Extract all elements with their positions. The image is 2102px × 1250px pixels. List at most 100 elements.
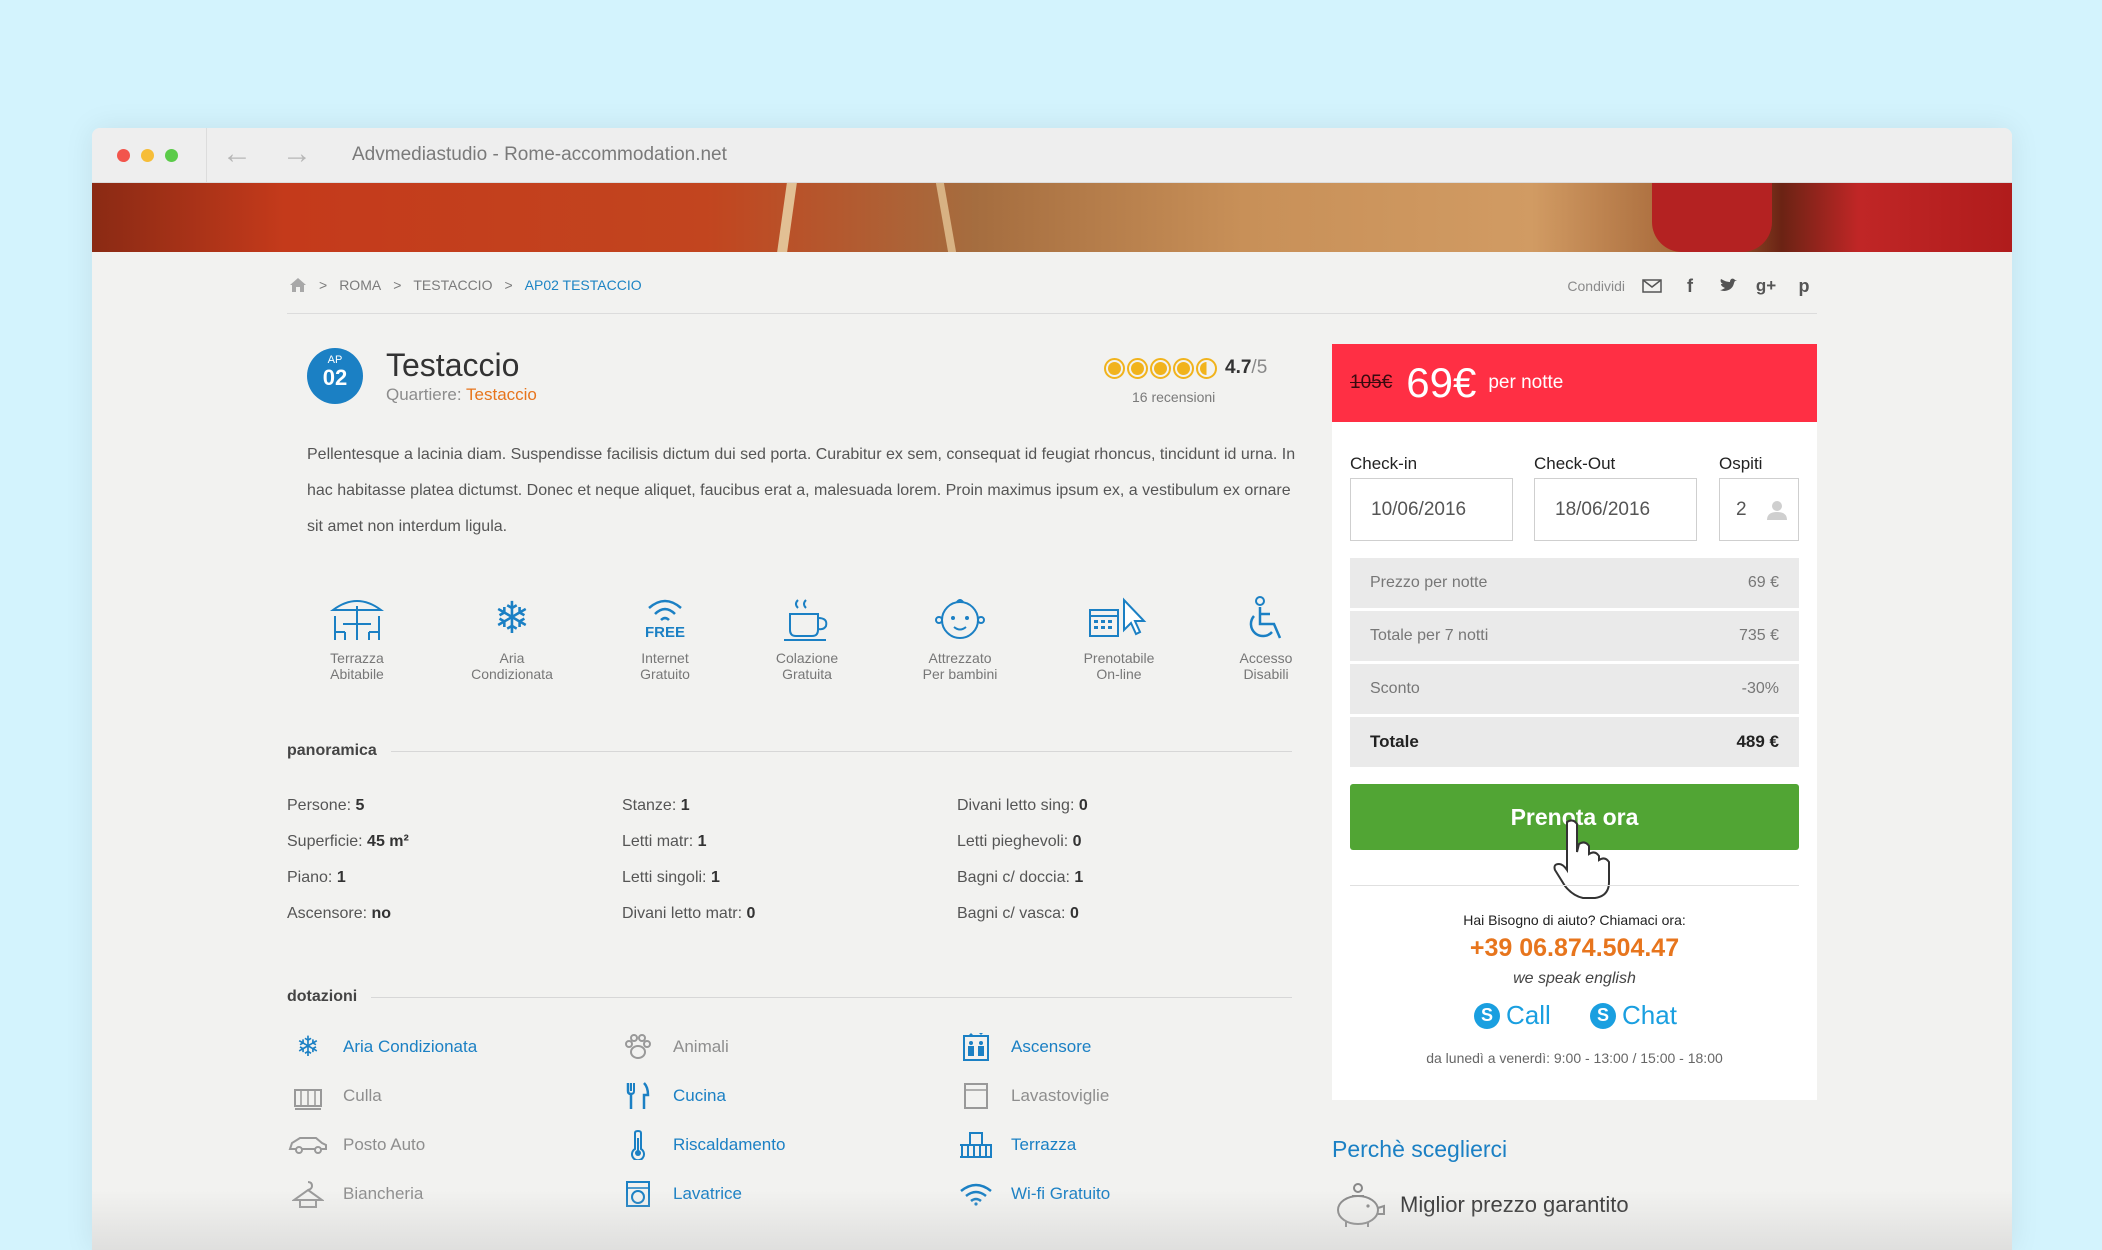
amenities-icons: Terrazza Abitabile ❄ Aria Condizionata FRE… [297, 592, 1297, 692]
dishwasher-icon [955, 1082, 997, 1110]
thermometer-icon [617, 1129, 659, 1160]
breadcrumb-roma[interactable]: ROMA [339, 277, 381, 293]
maximize-window-button[interactable] [165, 149, 178, 162]
pinterest-icon[interactable]: p [1793, 276, 1815, 296]
equipment-column-1: ❄ Aria Condizionata Culla Posto Auto Bian… [287, 1022, 477, 1218]
help-question: Hai Bisogno di aiuto? Chiamaci ora: [1463, 912, 1686, 928]
wheelchair-icon [1249, 596, 1282, 639]
hand-cursor-icon [1553, 819, 1610, 899]
share-bar: Condividi f g+ p [1567, 276, 1815, 296]
current-price: 69€ [1406, 359, 1477, 406]
equip-linen: Biancheria [287, 1169, 477, 1218]
user-icon [1767, 501, 1787, 520]
guests-field[interactable]: 2 [1719, 478, 1799, 541]
browser-window: ← → Advmediastudio - Rome-accommodation.… [92, 128, 2012, 1250]
car-icon [287, 1135, 329, 1155]
checkout-field[interactable]: 18/06/2016 [1534, 478, 1697, 541]
old-price: 105€ [1350, 372, 1393, 393]
total-row: Totale 489 € [1350, 717, 1799, 767]
mail-icon[interactable] [1641, 277, 1663, 295]
opening-hours: da lunedì a venerdì: 9:00 - 13:00 / 15:0… [1426, 1050, 1723, 1066]
home-icon[interactable] [289, 277, 307, 293]
checkin-field[interactable]: 10/06/2016 [1350, 478, 1513, 541]
stat-single-sofa-beds: Divani letto sing: 0 [957, 797, 1088, 814]
rating-score: 4.7/5 [1225, 357, 1268, 378]
google-plus-icon[interactable]: g+ [1755, 276, 1777, 295]
stat-elevator: Ascensore: no [287, 905, 392, 922]
booking-panel: Check-in 10/06/2016 Check-Out 18/06/2016… [1332, 422, 1817, 1100]
equipment-column-2: Animali Cucina Riscaldamento Lavatrice [617, 1022, 785, 1218]
skype-icon: S [1590, 1002, 1616, 1029]
stat-floor: Piano: 1 [287, 869, 346, 886]
equip-pets: Animali [617, 1022, 785, 1071]
star-icon [1127, 357, 1148, 379]
apartment-badge: AP 02 [307, 348, 363, 404]
piggy-bank-icon [1337, 1183, 1385, 1227]
paw-icon [617, 1033, 659, 1061]
district-line: Quartiere: Testaccio [386, 385, 537, 404]
amenity-kids: Attrezzato Per bambini [900, 592, 1020, 682]
stats-column-2: Stanze: 1 Letti matr: 1 Letti singoli: 1… [622, 788, 755, 932]
description: Pellentesque a lacinia diam. Suspendisse… [307, 446, 1296, 535]
equip-crib: Culla [287, 1071, 477, 1120]
amenity-online-booking: Prenotabile On-line [1059, 592, 1179, 682]
close-window-button[interactable] [117, 149, 130, 162]
washing-machine-icon [617, 1180, 659, 1208]
snowflake-icon: ❄ [493, 594, 531, 643]
hanger-icon [287, 1180, 329, 1208]
baby-face-icon [935, 599, 985, 639]
toolbar-divider [206, 128, 207, 183]
skype-chat-button[interactable]: S Chat [1590, 1000, 1677, 1031]
english-note: we speak english [1513, 970, 1636, 987]
wifi-icon [955, 1182, 997, 1206]
breadcrumb-separator: > [393, 277, 402, 293]
equip-kitchen: Cucina [617, 1071, 785, 1120]
equip-air-conditioning: ❄ Aria Condizionata [287, 1022, 477, 1071]
price-per-night-row: Prezzo per notte 69 € [1350, 558, 1799, 608]
why-choose-us-heading: Perchè sceglierci [1332, 1136, 1508, 1162]
district-link[interactable]: Testaccio [466, 385, 537, 404]
skype-icon: S [1474, 1002, 1500, 1029]
overview-heading: panoramica [287, 742, 1292, 760]
price-unit: per notte [1488, 372, 1564, 393]
amenity-internet: FREE Internet Gratuito [605, 592, 725, 682]
reviews-count[interactable]: 16 recensioni [1132, 389, 1215, 405]
equip-parking: Posto Auto [287, 1120, 477, 1169]
star-icon [1173, 357, 1194, 379]
equip-elevator: Ascensore [955, 1022, 1110, 1071]
equip-washing-machine: Lavatrice [617, 1169, 785, 1218]
checkout-label: Check-Out [1534, 454, 1616, 473]
breadcrumb-separator: > [319, 277, 328, 293]
equip-wifi: Wi-fi Gratuito [955, 1169, 1110, 1218]
snowflake-icon: ❄ [296, 1031, 320, 1062]
breadcrumb-separator: > [504, 277, 513, 293]
stat-double-sofa-beds: Divani letto matr: 0 [622, 905, 756, 922]
equipment-heading: dotazioni [287, 988, 1292, 1006]
skype-call-button[interactable]: S Call [1474, 1000, 1551, 1031]
equip-dishwasher: Lavastoviglie [955, 1071, 1110, 1120]
share-label: Condividi [1567, 278, 1625, 294]
half-star-icon [1196, 357, 1217, 379]
amenity-disabled-access: Accesso Disabili [1206, 592, 1326, 682]
crib-icon [287, 1082, 329, 1110]
stat-persons: Persone: 5 [287, 797, 365, 814]
stat-double-beds: Letti matr: 1 [622, 833, 707, 850]
cutlery-icon [617, 1081, 659, 1111]
page-tab-title: Advmediastudio - Rome-accommodation.net [352, 144, 727, 165]
window-controls [117, 149, 178, 162]
facebook-icon[interactable]: f [1679, 276, 1701, 296]
stat-shower-baths: Bagni c/ doccia: 1 [957, 869, 1084, 886]
breadcrumb-testaccio[interactable]: TESTACCIO [413, 277, 492, 293]
forward-arrow-icon[interactable]: → [282, 139, 312, 169]
browser-toolbar: ← → Advmediastudio - Rome-accommodation.… [92, 128, 2012, 183]
phone-number[interactable]: +39 06.874.504.47 [1332, 934, 1817, 963]
amenity-breakfast: Colazione Gratuita [747, 592, 867, 682]
calendar-cursor-icon [1089, 597, 1147, 637]
terrace-icon [955, 1131, 997, 1159]
twitter-icon[interactable] [1717, 277, 1739, 295]
amenity-terrace: Terrazza Abitabile [297, 592, 417, 682]
star-icon [1104, 357, 1125, 379]
breadcrumb: > ROMA > TESTACCIO > AP02 TESTACCIO [289, 277, 642, 293]
minimize-window-button[interactable] [141, 149, 154, 162]
back-arrow-icon[interactable]: ← [222, 139, 252, 169]
